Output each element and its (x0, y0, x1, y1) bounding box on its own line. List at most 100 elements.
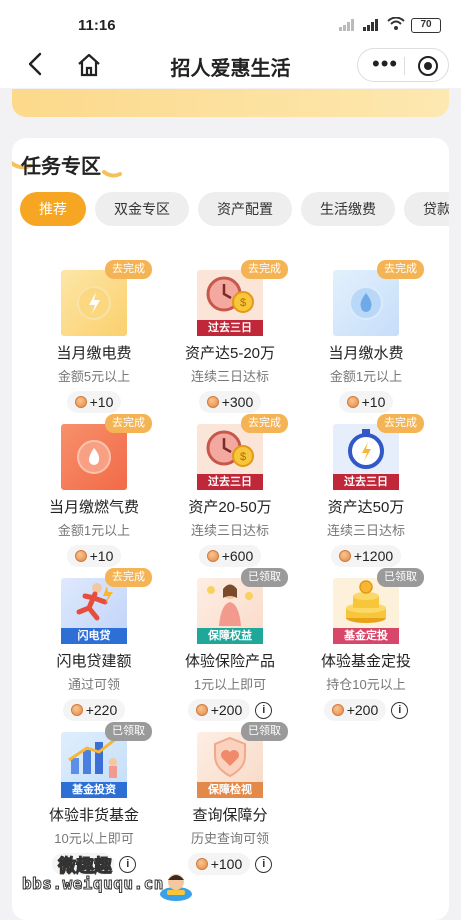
coin-icon (331, 704, 344, 716)
info-icon[interactable]: i (119, 855, 137, 873)
reward-value: +300 (221, 394, 254, 410)
coin-icon (338, 550, 351, 562)
task-item-assets-5-20w[interactable]: 去完成 $ 过去三日 资产达5-20万 连续三日达标 +300 (162, 260, 298, 413)
task-item-electricity[interactable]: 去完成 当月缴电费 金额5元以上 +10 (26, 260, 162, 413)
status-tag[interactable]: 去完成 (241, 414, 288, 433)
coin-icon (206, 550, 219, 562)
section-title: 任务专区 (21, 156, 101, 178)
status-tag[interactable]: 去完成 (241, 260, 288, 279)
heart-shield-icon: 已领取 保障检视 (197, 722, 288, 798)
task-item-gas[interactable]: 去完成 当月缴燃气费 金额1元以上 +10 (26, 414, 162, 567)
insurance-lady-icon: 已领取 保障权益 (197, 568, 288, 644)
status-tag[interactable]: 去完成 (105, 568, 152, 587)
ribbon-label: 基金定投 (333, 628, 399, 644)
coin-icon (195, 858, 208, 870)
task-item-insurance[interactable]: 已领取 保障权益 体验保险产品 1元以上即可 +200 i (162, 568, 298, 721)
reward-value: +220 (85, 702, 118, 718)
capsule-divider (404, 57, 405, 75)
tab-loan[interactable]: 贷款 (404, 192, 449, 226)
status-tag[interactable]: 已领取 (105, 722, 152, 741)
info-icon[interactable]: i (255, 701, 273, 719)
signal-hd-icon (363, 19, 381, 31)
reward-value: +100 (210, 856, 243, 872)
reward-badge: +200 (323, 699, 387, 721)
task-item-fund-plan[interactable]: 已领取 基金定投 体验基金定投 持仓10元以上 +200 i (298, 568, 434, 721)
status-time: 11:16 (78, 17, 116, 34)
reward-value: +200 (346, 702, 379, 718)
task-item-water[interactable]: 去完成 当月缴水费 金额1元以上 +10 (298, 260, 434, 413)
task-subtitle: 持仓10元以上 (326, 677, 406, 692)
clock-coin-icon: 去完成 $ 过去三日 (197, 260, 288, 336)
reward-badge: +100 (187, 853, 251, 875)
reward-badge: +1200 (330, 545, 402, 567)
coin-icon (70, 704, 83, 716)
info-icon[interactable]: i (255, 855, 273, 873)
battery-icon: 70 (411, 17, 441, 33)
task-title: 体验基金定投 (320, 653, 411, 670)
svg-text:$: $ (240, 297, 246, 309)
reward-value: +600 (221, 548, 254, 564)
task-item-assets-20-50w[interactable]: 去完成 $ 过去三日 资产20-50万 连续三日达标 +600 (162, 414, 298, 567)
top-banner (12, 89, 449, 117)
task-subtitle: 金额5元以上 (57, 369, 131, 384)
task-subtitle: 1元以上即可 (193, 677, 267, 692)
task-title: 当月缴水费 (328, 345, 404, 362)
task-subtitle: 通过可领 (67, 677, 120, 692)
svg-text:$: $ (240, 451, 246, 463)
reward-badge: +300 (198, 391, 262, 413)
task-subtitle: 连续三日达标 (190, 523, 269, 538)
status-tag[interactable]: 去完成 (377, 260, 424, 279)
reward-value: +10 (361, 394, 386, 410)
ribbon-label: 基金投资 (61, 782, 127, 798)
coin-stack-icon: 已领取 基金定投 (333, 568, 424, 644)
coin-icon (206, 396, 219, 408)
reward-badge: +200 (187, 699, 251, 721)
coin-icon (346, 396, 359, 408)
reward-badge: +220 (62, 699, 126, 721)
close-target-icon[interactable] (418, 56, 438, 76)
task-subtitle: 金额1元以上 (57, 523, 131, 538)
task-subtitle: 10元以上即可 (54, 831, 134, 846)
ribbon-label: 过去三日 (197, 320, 263, 336)
reward-badge: +10 (338, 391, 394, 413)
nav-bar: 招人爱惠生活 ••• (0, 44, 461, 88)
status-tag[interactable]: 已领取 (241, 568, 288, 587)
task-subtitle: 金额1元以上 (329, 369, 403, 384)
running-man-icon: 去完成 闪电贷 (61, 568, 152, 644)
task-item-protection-score[interactable]: 已领取 保障检视 查询保障分 历史查询可领 +100 i (162, 722, 298, 875)
tab-asset-allocation[interactable]: 资产配置 (198, 192, 292, 226)
task-title: 资产达50万 (327, 499, 405, 516)
ribbon-label: 保障检视 (197, 782, 263, 798)
task-subtitle: 历史查询可领 (190, 831, 269, 846)
reward-value: +10 (89, 548, 114, 564)
task-title: 资产达5-20万 (184, 345, 276, 362)
category-tabs: 推荐 双金专区 资产配置 生活缴费 贷款 (20, 192, 449, 226)
status-tag[interactable]: 已领取 (377, 568, 424, 587)
lightning-icon: 去完成 (61, 260, 152, 336)
tab-bill-payment[interactable]: 生活缴费 (301, 192, 395, 226)
more-icon[interactable]: ••• (372, 53, 398, 75)
tab-recommend[interactable]: 推荐 (20, 192, 86, 226)
reward-badge: +10 (66, 391, 122, 413)
reward-value: +200 (210, 702, 243, 718)
task-title: 体验保险产品 (184, 653, 275, 670)
status-bar: 11:16 70 (0, 0, 461, 44)
coin-icon (74, 550, 87, 562)
status-tag[interactable]: 已领取 (241, 722, 288, 741)
wifi-icon (387, 16, 405, 33)
task-title: 闪电贷建额 (56, 653, 132, 670)
status-icons: 70 (339, 16, 441, 33)
ribbon-label: 过去三日 (197, 474, 263, 490)
status-tag[interactable]: 去完成 (105, 260, 152, 279)
tab-double-gold[interactable]: 双金专区 (95, 192, 189, 226)
reward-badge: +600 (198, 545, 262, 567)
task-title: 当月缴电费 (56, 345, 132, 362)
status-tag[interactable]: 去完成 (377, 414, 424, 433)
status-tag[interactable]: 去完成 (105, 414, 152, 433)
info-icon[interactable]: i (391, 701, 409, 719)
mini-program-capsule: ••• (357, 48, 449, 82)
task-item-flash-loan[interactable]: 去完成 闪电贷 闪电贷建额 通过可领 +220 (26, 568, 162, 721)
task-item-assets-50w[interactable]: 去完成 过去三日 资产达50万 连续三日达标 +1200 (298, 414, 434, 567)
ribbon-label: 闪电贷 (61, 628, 127, 644)
task-title: 体验非货基金 (48, 807, 139, 824)
